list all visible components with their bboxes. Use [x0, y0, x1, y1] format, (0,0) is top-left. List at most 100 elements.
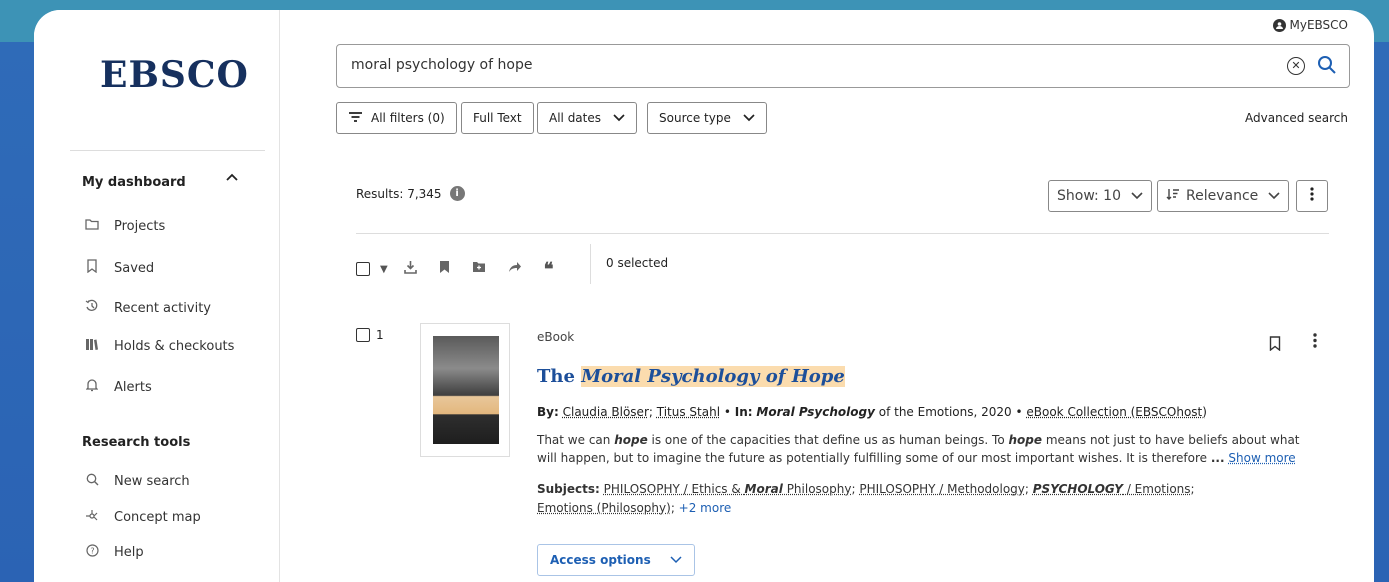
- chevron-down-icon: [613, 112, 625, 125]
- share-icon[interactable]: [508, 261, 522, 277]
- svg-text:?: ?: [90, 547, 94, 556]
- subject-link[interactable]: Emotions (Philosophy): [537, 501, 671, 515]
- chevron-down-icon: [1268, 189, 1280, 203]
- help-icon: ?: [82, 544, 102, 561]
- toolbar-divider: [590, 244, 591, 284]
- user-icon: [1273, 19, 1286, 32]
- folder-icon: [82, 218, 102, 234]
- result-title[interactable]: The Moral Psychology of Hope: [537, 366, 845, 387]
- bookmark-icon: [82, 259, 102, 277]
- concept-map-icon: [82, 509, 102, 526]
- subject-text: Philosophy: [783, 482, 852, 496]
- subject-link[interactable]: PHILOSOPHY / Methodology: [859, 482, 1025, 496]
- research-tools-heading: Research tools: [82, 435, 190, 450]
- all-filters-label: All filters (0): [371, 111, 445, 125]
- selected-count: 0 selected: [606, 256, 668, 270]
- collection-link[interactable]: eBook Collection (EBSCOhost): [1026, 405, 1207, 419]
- sidebar-item-label: New search: [114, 474, 190, 489]
- page-size-dropdown[interactable]: Show: 10: [1048, 180, 1152, 212]
- sidebar: EBSCO My dashboard Projects Saved Recent…: [34, 10, 280, 582]
- result-select[interactable]: 1: [356, 328, 384, 342]
- result-byline: By: Claudia Blöser; Titus Stahl • In: Mo…: [537, 405, 1207, 419]
- sidebar-item-projects[interactable]: Projects: [82, 218, 165, 234]
- full-text-label: Full Text: [473, 111, 522, 125]
- more-vertical-icon[interactable]: [1313, 333, 1317, 352]
- search-input[interactable]: [351, 57, 1251, 73]
- bulk-actions-toolbar: ▼ ❝: [356, 254, 575, 284]
- chevron-down-icon: [670, 553, 682, 567]
- source-type-label: Source type: [659, 111, 731, 125]
- sidebar-item-label: Saved: [114, 261, 154, 276]
- abstract-highlight: hope: [1009, 433, 1043, 447]
- chevron-up-icon[interactable]: [226, 170, 238, 185]
- cite-icon[interactable]: ❝: [544, 259, 554, 280]
- result-type: eBook: [537, 330, 574, 344]
- result-abstract: That we can hope is one of the capacitie…: [537, 431, 1307, 467]
- sidebar-item-alerts[interactable]: Alerts: [82, 378, 152, 396]
- source-title-rest: of the Emotions, 2020: [879, 405, 1012, 419]
- divider: [356, 233, 1329, 234]
- select-all-checkbox[interactable]: [356, 261, 370, 277]
- chevron-down-icon: [743, 112, 755, 125]
- access-options-dropdown[interactable]: Access options: [537, 544, 695, 576]
- abstract-text: is one of the capacities that define us …: [648, 433, 1009, 447]
- subject-link[interactable]: PSYCHOLOGY / Emotions: [1033, 482, 1191, 496]
- sidebar-item-concept-map[interactable]: Concept map: [82, 509, 201, 526]
- title-highlight: Moral Psychology of Hope: [581, 366, 845, 387]
- show-more-link[interactable]: Show more: [1228, 451, 1295, 465]
- advanced-search-link[interactable]: Advanced search: [1245, 111, 1348, 125]
- sidebar-item-holds-checkouts[interactable]: Holds & checkouts: [82, 338, 234, 355]
- author-link[interactable]: Titus Stahl: [657, 405, 720, 419]
- sidebar-item-help[interactable]: ? Help: [82, 544, 144, 561]
- subject-link[interactable]: PHILOSOPHY / Ethics & Moral Philosophy: [604, 482, 852, 496]
- author-link[interactable]: Claudia Blöser: [563, 405, 649, 419]
- all-filters-button[interactable]: All filters (0): [336, 102, 457, 134]
- sort-icon: [1166, 187, 1180, 205]
- abstract-ellipsis: ...: [1211, 451, 1225, 465]
- source-type-dropdown[interactable]: Source type: [647, 102, 767, 134]
- search-icon[interactable]: [1317, 55, 1337, 79]
- sort-dropdown[interactable]: Relevance: [1157, 180, 1289, 212]
- abstract-highlight: hope: [614, 433, 648, 447]
- more-options-button[interactable]: [1296, 180, 1328, 212]
- sidebar-item-label: Alerts: [114, 380, 152, 395]
- sidebar-item-recent-activity[interactable]: Recent activity: [82, 299, 211, 317]
- main-content: MyEBSCO ✕ All filters (0) Full Text All …: [280, 10, 1374, 582]
- app-window: EBSCO My dashboard Projects Saved Recent…: [34, 10, 1374, 582]
- access-options-label: Access options: [550, 553, 651, 567]
- search-icon: [82, 473, 102, 490]
- all-dates-dropdown[interactable]: All dates: [537, 102, 637, 134]
- results-count: Results: 7,345 i: [356, 186, 465, 201]
- subject-highlight: Moral: [745, 482, 783, 496]
- sidebar-item-label: Holds & checkouts: [114, 339, 234, 354]
- sidebar-item-label: Concept map: [114, 510, 201, 525]
- more-subjects-link[interactable]: +2 more: [679, 501, 732, 515]
- source-title-bold: Moral Psychology: [756, 405, 875, 419]
- folder-add-icon[interactable]: [472, 261, 486, 277]
- full-text-button[interactable]: Full Text: [461, 102, 534, 134]
- filter-icon: [348, 111, 363, 126]
- dashboard-heading[interactable]: My dashboard: [82, 175, 186, 190]
- subject-text: / Emotions: [1123, 482, 1191, 496]
- sidebar-divider: [70, 150, 265, 151]
- caret-down-icon[interactable]: ▼: [380, 264, 388, 275]
- account-link[interactable]: MyEBSCO: [1273, 18, 1349, 32]
- book-cover-thumbnail[interactable]: [420, 323, 510, 457]
- bookmark-icon[interactable]: [1269, 336, 1281, 355]
- title-prefix: The: [537, 366, 575, 387]
- info-icon[interactable]: i: [450, 186, 465, 201]
- sidebar-item-label: Help: [114, 545, 144, 560]
- sidebar-item-new-search[interactable]: New search: [82, 473, 190, 490]
- sidebar-item-saved[interactable]: Saved: [82, 259, 154, 277]
- result-checkbox[interactable]: [356, 328, 370, 342]
- ebsco-logo[interactable]: EBSCO: [100, 54, 249, 96]
- result-number: 1: [376, 328, 384, 342]
- chevron-down-icon: [1131, 189, 1143, 203]
- clear-search-icon[interactable]: ✕: [1287, 57, 1305, 75]
- download-icon[interactable]: [404, 260, 417, 278]
- history-icon: [82, 299, 102, 317]
- sort-label: Relevance: [1186, 188, 1258, 204]
- page-size-label: Show: 10: [1057, 188, 1121, 204]
- sidebar-item-label: Recent activity: [114, 301, 211, 316]
- bookmark-icon[interactable]: [439, 260, 450, 278]
